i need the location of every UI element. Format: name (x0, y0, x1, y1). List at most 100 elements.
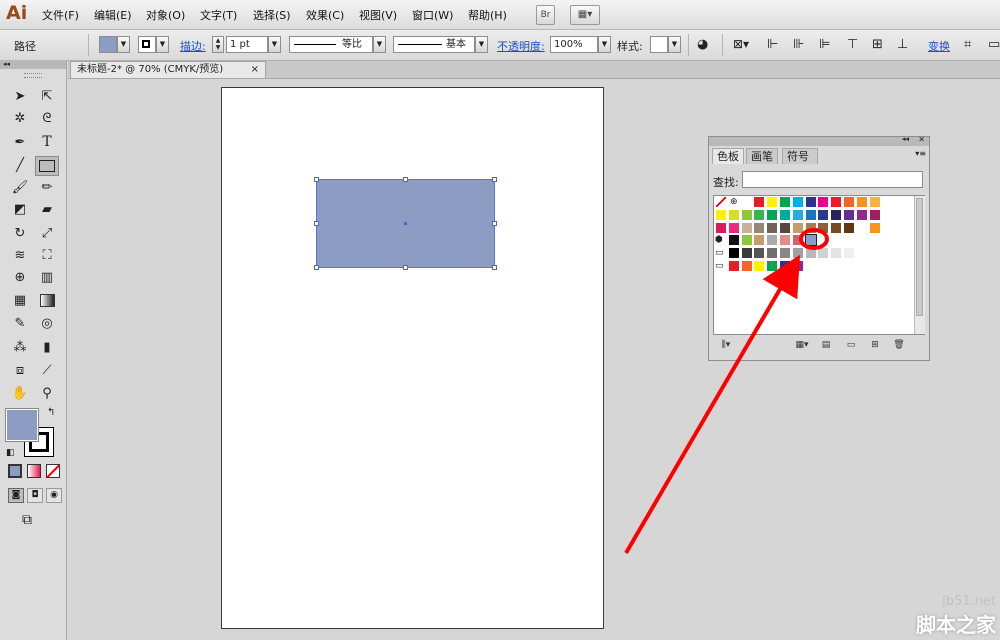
swatch-new-fill[interactable] (804, 234, 817, 247)
swatch[interactable] (779, 208, 791, 221)
gradient-tool-icon[interactable] (37, 291, 57, 309)
align-center-vertical-icon[interactable]: ⊞ (872, 37, 887, 52)
menu-window[interactable]: 窗口(W) (412, 7, 453, 23)
menu-effect[interactable]: 效果(C) (306, 7, 344, 23)
swatch[interactable] (817, 234, 830, 247)
swatch[interactable] (817, 221, 830, 234)
swatch[interactable] (791, 208, 804, 221)
swatch[interactable] (804, 221, 817, 234)
swatch[interactable] (791, 247, 804, 260)
swatch[interactable] (766, 208, 779, 221)
selection-handle[interactable] (314, 177, 319, 182)
rotate-tool-icon[interactable]: ↻ (10, 224, 30, 242)
brush-definition[interactable]: 基本 (393, 36, 475, 53)
new-swatch-icon[interactable]: ⊞ (869, 340, 881, 351)
swatch[interactable] (868, 208, 881, 221)
swatch-none[interactable] (715, 196, 727, 208)
align-right-icon[interactable]: ⊫ (819, 37, 834, 52)
scale-tool-icon[interactable]: ⤢ (37, 224, 57, 242)
slice-tool-icon[interactable]: ⟋ (37, 361, 57, 379)
swatch[interactable] (715, 221, 727, 234)
swatch[interactable] (766, 247, 779, 260)
tab-brushes[interactable]: 画笔 (746, 148, 778, 164)
artboard[interactable] (221, 87, 604, 629)
draw-inside-icon[interactable]: ◉ (46, 488, 62, 503)
swatch-search-input[interactable] (742, 171, 923, 188)
selection-handle[interactable] (492, 177, 497, 182)
hand-tool-icon[interactable]: ✋ (10, 384, 30, 402)
swatch[interactable] (804, 196, 817, 208)
zoom-tool-icon[interactable]: ⚲ (37, 384, 57, 402)
swatch[interactable] (766, 260, 779, 272)
new-color-group-icon[interactable]: ▭ (845, 340, 857, 351)
close-tab-icon[interactable]: × (251, 62, 259, 77)
mesh-tool-icon[interactable]: ▦ (10, 291, 30, 309)
recolor-artwork-icon[interactable]: ◕ (697, 37, 712, 52)
color-group-folder-icon[interactable]: ▭ (715, 247, 727, 259)
default-fill-stroke-icon[interactable]: ◧ (6, 448, 15, 458)
delete-swatch-icon[interactable]: 🗑 (893, 340, 905, 351)
panel-menu-icon[interactable]: ▭ (988, 37, 1000, 52)
menu-object[interactable]: 对象(O) (146, 7, 185, 23)
menu-help[interactable]: 帮助(H) (468, 7, 507, 23)
magic-wand-tool-icon[interactable]: ✲ (10, 109, 30, 127)
swatch[interactable] (740, 196, 753, 208)
swatch[interactable] (855, 196, 868, 208)
selection-handle[interactable] (403, 265, 408, 270)
swatch[interactable] (766, 196, 779, 208)
fill-dropdown[interactable]: ▼ (117, 36, 130, 53)
selection-handle[interactable] (314, 221, 319, 226)
swatch[interactable] (843, 196, 855, 208)
swatch[interactable] (868, 221, 881, 234)
swatch[interactable] (740, 208, 753, 221)
align-center-horizontal-icon[interactable]: ⊪ (793, 37, 808, 52)
menu-view[interactable]: 视图(V) (359, 7, 397, 23)
swatch[interactable] (791, 260, 804, 272)
swatch[interactable] (868, 196, 881, 208)
pen-tool-icon[interactable]: ✒ (10, 133, 30, 151)
free-transform-tool-icon[interactable]: ⛶ (37, 246, 57, 264)
align-top-icon[interactable]: ⊤ (847, 37, 862, 52)
selection-handle[interactable] (492, 221, 497, 226)
artboard-tool-icon[interactable]: ⧈ (10, 361, 30, 379)
swatch[interactable] (753, 196, 766, 208)
panel-title-bar[interactable]: ◂◂ ✕ (709, 135, 929, 146)
perspective-grid-tool-icon[interactable]: ▥ (37, 268, 57, 286)
stroke-color-swatch[interactable] (138, 36, 156, 53)
style-dropdown[interactable]: ▼ (668, 36, 681, 53)
tab-symbols[interactable]: 符号 (782, 148, 818, 164)
stroke-weight-stepper[interactable]: ▲ ▼ (212, 36, 224, 53)
swatch[interactable] (830, 247, 843, 260)
menu-select[interactable]: 选择(S) (253, 7, 291, 23)
symbol-sprayer-tool-icon[interactable]: ⁂ (10, 338, 30, 356)
type-tool-icon[interactable]: T (37, 133, 57, 151)
gradient-mode-icon[interactable] (27, 464, 41, 478)
shape-builder-tool-icon[interactable]: ⊕ (10, 268, 30, 286)
bridge-button[interactable]: Br (536, 5, 555, 25)
swatch[interactable] (804, 208, 817, 221)
swatch[interactable] (843, 247, 855, 260)
opacity-field[interactable]: 100% (550, 36, 598, 53)
menu-file[interactable]: 文件(F) (42, 7, 79, 23)
stroke-weight-field[interactable]: 1 pt (226, 36, 268, 53)
swatch[interactable] (727, 247, 740, 260)
swatch[interactable] (727, 234, 740, 247)
swatch-libraries-icon[interactable]: ⫼▾ (716, 340, 736, 351)
swatch[interactable] (843, 221, 855, 234)
swatch[interactable] (753, 260, 766, 272)
swatch[interactable] (855, 208, 868, 221)
graphic-style-swatch[interactable] (650, 36, 668, 53)
collapse-panel-icon[interactable]: ◂◂ (0, 60, 66, 69)
close-panel-icon[interactable]: ✕ (918, 135, 925, 144)
pencil-tool-icon[interactable]: ✏ (37, 178, 57, 196)
selection-handle[interactable] (314, 265, 319, 270)
swatch[interactable] (804, 247, 817, 260)
swatch[interactable] (779, 260, 791, 272)
swatch[interactable] (766, 221, 779, 234)
swatch[interactable] (779, 234, 791, 247)
selection-tool-icon[interactable]: ➤ (10, 87, 30, 105)
swatch[interactable] (740, 260, 753, 272)
swatch[interactable] (817, 196, 830, 208)
swatch[interactable] (855, 247, 868, 260)
swatch[interactable] (779, 221, 791, 234)
